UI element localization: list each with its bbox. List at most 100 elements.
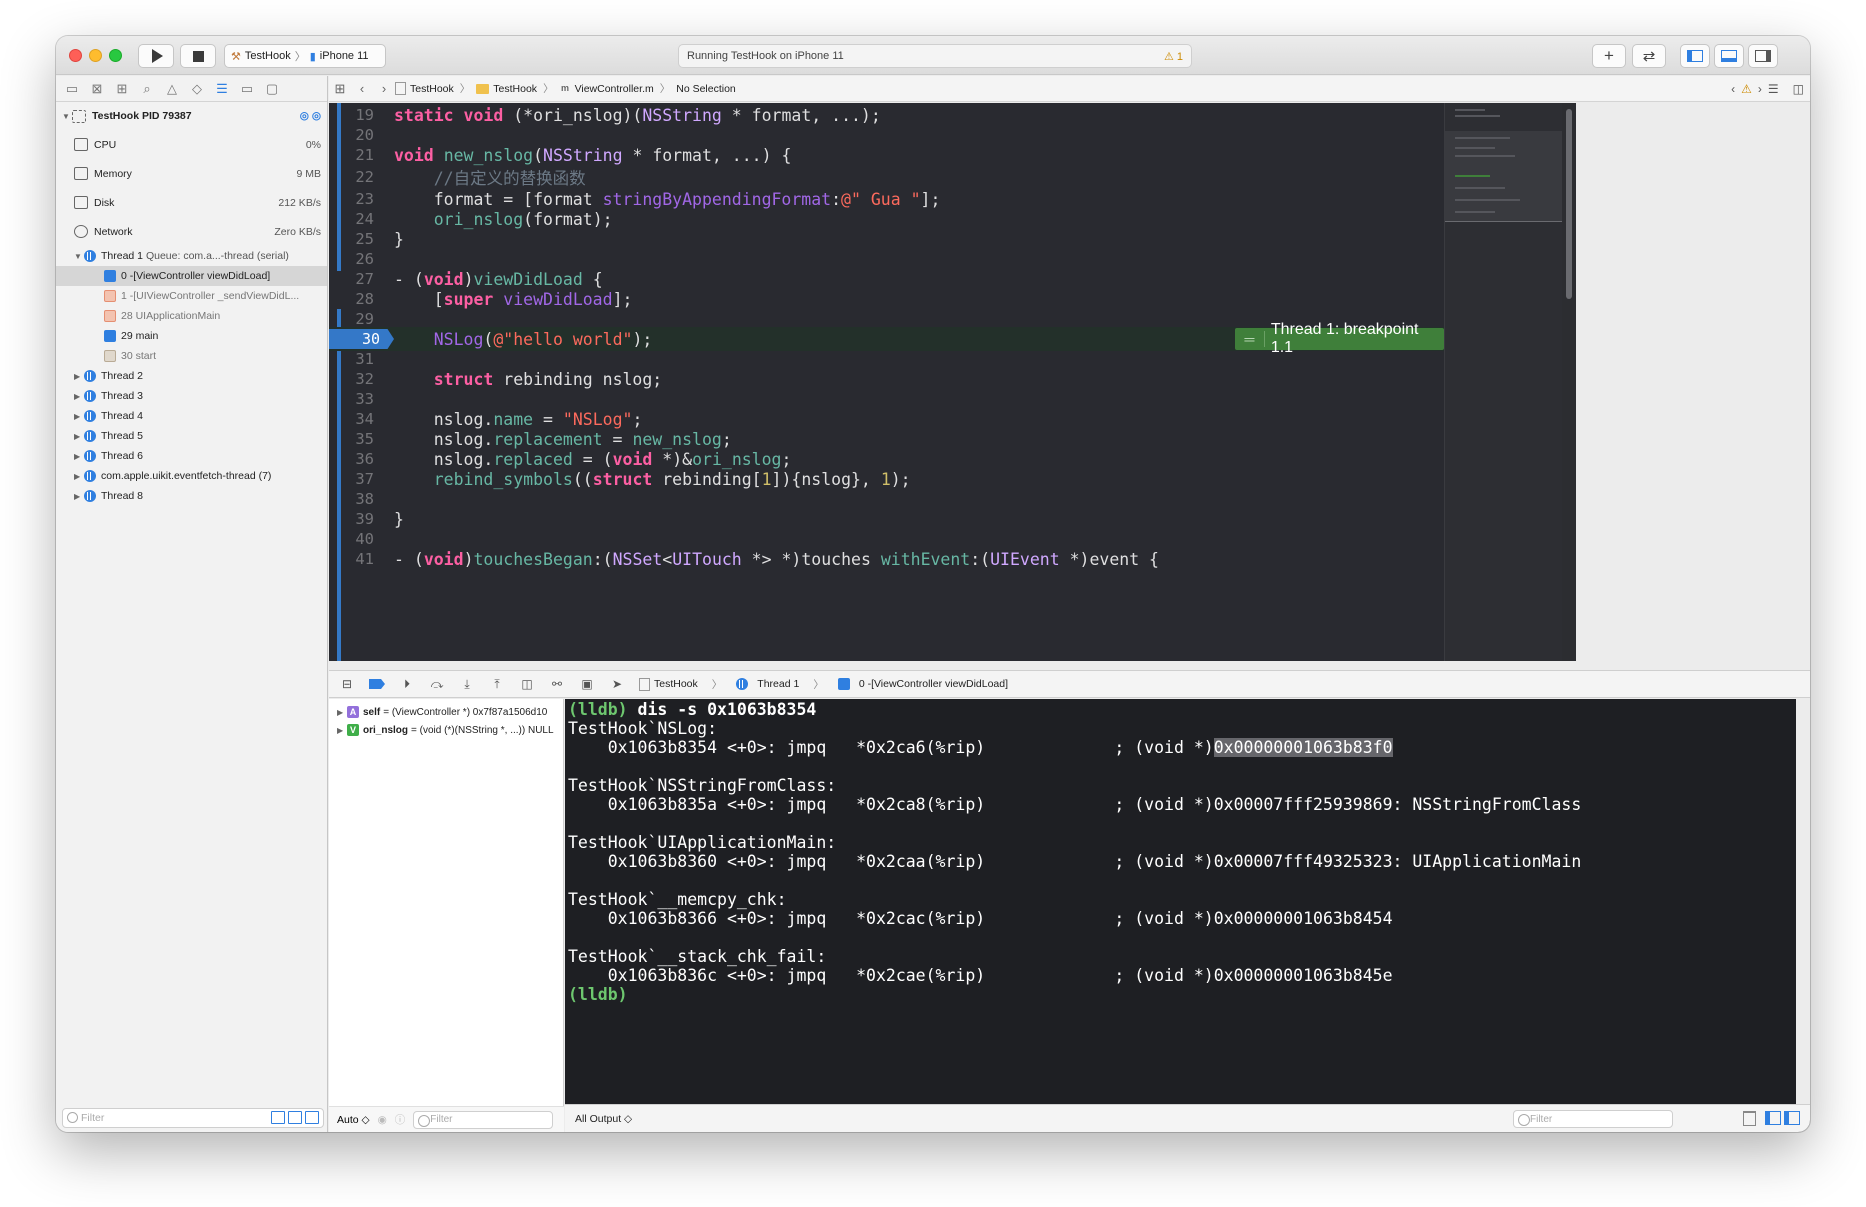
source-editor[interactable]: 19 static void (*ori_nslog)(NSString * fo… xyxy=(329,103,1810,661)
editor-scrollbar[interactable] xyxy=(1562,103,1576,661)
console-filter-field[interactable]: Filter xyxy=(1513,1110,1673,1128)
breadcrumb-project[interactable]: TestHook xyxy=(395,82,454,95)
thread-row[interactable]: ▶ Thread 5 xyxy=(56,426,327,446)
minimize-window-button[interactable] xyxy=(89,49,102,62)
variables-scope-popup[interactable]: Auto ◇ xyxy=(337,1114,370,1126)
process-row[interactable]: ▼ TestHook PID 79387 ◎ ◎ xyxy=(56,102,327,130)
breadcrumb-file[interactable]: m ViewController.m xyxy=(560,82,654,95)
folder-icon[interactable]: ▭ xyxy=(64,81,80,97)
gauge-cpu[interactable]: CPU 0% xyxy=(56,130,327,159)
console-scrollbar[interactable] xyxy=(1796,699,1810,1104)
continue-icon[interactable]: ⏵ xyxy=(399,677,415,692)
source-control-icon[interactable]: ⊠ xyxy=(89,81,105,97)
variable-row[interactable]: ▶ A self = (ViewController *) 0x7f87a150… xyxy=(329,703,563,721)
selected-address[interactable]: 0x00000001063b83f0 xyxy=(1213,738,1393,757)
code-line[interactable]: 41- (void)touchesBegan:(NSSet<UITouch *>… xyxy=(329,547,1444,571)
environment-overrides-icon[interactable]: ▣ xyxy=(579,677,595,691)
warning-icon[interactable]: ⚠ xyxy=(1741,82,1752,96)
disclosure-closed-icon[interactable]: ▶ xyxy=(74,452,84,461)
eye-icon[interactable]: ◉ xyxy=(378,1114,387,1126)
queue-filter-icon[interactable] xyxy=(305,1111,319,1124)
symbol-icon[interactable]: ⊞ xyxy=(114,81,130,97)
editor-debug-divider[interactable] xyxy=(329,661,1810,670)
issue-icon[interactable]: △ xyxy=(164,81,180,97)
breadcrumb-selection[interactable]: No Selection xyxy=(676,83,736,95)
thread-filter-icon[interactable] xyxy=(288,1111,302,1124)
debug-breadcrumb-project[interactable]: TestHook xyxy=(639,677,698,691)
forward-arrow-icon[interactable]: › xyxy=(373,81,395,96)
info-icon[interactable]: ⓘ xyxy=(395,1112,406,1127)
disclosure-open-icon[interactable]: ▼ xyxy=(62,112,72,121)
back-arrow-icon[interactable]: ‹ xyxy=(351,81,373,96)
disclosure-closed-icon[interactable]: ▶ xyxy=(337,708,347,717)
editor-scroll-thumb[interactable] xyxy=(1566,109,1572,299)
debug-breadcrumb-frame[interactable]: 0 -[ViewController viewDidLoad] xyxy=(837,678,1008,690)
stack-frame-row[interactable]: 30 start xyxy=(56,346,327,366)
show-console-icon[interactable] xyxy=(1784,1111,1800,1125)
step-over-icon[interactable]: ⤼ xyxy=(429,677,445,692)
debug-breadcrumb-thread[interactable]: Thread 1 xyxy=(736,678,799,690)
console-output[interactable]: (lldb) dis -s 0x1063b8354 TestHook`NSLog… xyxy=(565,699,1755,1104)
search-icon[interactable]: ⌕ xyxy=(139,81,155,97)
crashed-threads-filter-icon[interactable] xyxy=(271,1111,285,1124)
simulate-location-icon[interactable]: ➤ xyxy=(609,677,625,691)
disclosure-closed-icon[interactable]: ▶ xyxy=(74,472,84,481)
thread-row[interactable]: ▶ com.apple.uikit.eventfetch-thread (7) xyxy=(56,466,327,486)
hide-debug-area-icon[interactable]: ⊟ xyxy=(339,677,355,691)
thread-row[interactable]: ▶ Thread 4 xyxy=(56,406,327,426)
minimap[interactable] xyxy=(1444,103,1563,661)
thread-row[interactable]: ▶ Thread 8 xyxy=(56,486,327,506)
console-output-popup[interactable]: All Output ◇ xyxy=(575,1113,632,1125)
toggle-inspector-button[interactable] xyxy=(1748,44,1778,68)
toggle-debug-area-button[interactable] xyxy=(1714,44,1744,68)
split-editor-icon[interactable]: ◫ xyxy=(1793,82,1804,96)
disclosure-closed-icon[interactable]: ▶ xyxy=(74,432,84,441)
report-icon[interactable]: ▢ xyxy=(264,81,280,97)
stack-frame-row[interactable]: 28 UIApplicationMain xyxy=(56,306,327,326)
thread-row[interactable]: ▶ Thread 2 xyxy=(56,366,327,386)
step-out-icon[interactable]: ⤒ xyxy=(489,677,505,692)
disclosure-closed-icon[interactable]: ▶ xyxy=(74,412,84,421)
gauge-disk[interactable]: Disk 212 KB/s xyxy=(56,188,327,217)
disclosure-closed-icon[interactable]: ▶ xyxy=(74,392,84,401)
memory-graph-icon[interactable]: ⚯ xyxy=(549,677,565,691)
debug-icon[interactable]: ☰ xyxy=(214,81,230,97)
code-review-button[interactable]: ⇄ xyxy=(1632,44,1666,68)
lldb-console[interactable]: (lldb) dis -s 0x1063b8354 TestHook`NSLog… xyxy=(565,699,1810,1132)
toggle-navigator-button[interactable] xyxy=(1680,44,1710,68)
stop-button[interactable] xyxy=(180,44,216,68)
gauge-memory[interactable]: Memory 9 MB xyxy=(56,159,327,188)
disclosure-closed-icon[interactable]: ▶ xyxy=(74,492,84,501)
editor-options-icon[interactable]: ☰ xyxy=(1768,82,1779,96)
test-icon[interactable]: ◇ xyxy=(189,81,205,97)
view-hierarchy-icon[interactable]: ◫ xyxy=(519,677,535,691)
stack-frame-row[interactable]: 29 main xyxy=(56,326,327,346)
thread-row-1[interactable]: ▼ Thread 1 Queue: com.a...-thread (seria… xyxy=(56,246,327,266)
navigator-filter-field[interactable]: Filter xyxy=(62,1108,324,1128)
run-button[interactable] xyxy=(138,44,174,68)
disclosure-closed-icon[interactable]: ▶ xyxy=(74,372,84,381)
variable-row[interactable]: ▶ V ori_nslog = (void (*)(NSString *, ..… xyxy=(329,721,563,739)
library-button[interactable]: + xyxy=(1592,44,1626,68)
show-variables-view-icon[interactable] xyxy=(1765,1111,1781,1125)
disclosure-closed-icon[interactable]: ▶ xyxy=(337,726,347,735)
thread-row[interactable]: ▶ Thread 3 xyxy=(56,386,327,406)
scheme-selector[interactable]: ⚒ TestHook 〉 ▮ iPhone 11 xyxy=(224,44,386,68)
stack-frame-row[interactable]: 1 -[UIViewController _sendViewDidL... xyxy=(56,286,327,306)
code-line[interactable]: 22 //自定义的替换函数 xyxy=(329,165,1444,189)
breakpoint-marker[interactable]: 30 xyxy=(329,329,394,349)
trash-icon[interactable] xyxy=(1743,1111,1756,1126)
warning-indicator[interactable]: ⚠ 1 xyxy=(1164,50,1183,63)
breakpoint-icon[interactable]: ▭ xyxy=(239,81,255,97)
step-into-icon[interactable]: ⤓ xyxy=(459,677,475,692)
zoom-window-button[interactable] xyxy=(109,49,122,62)
variables-filter-field[interactable]: Filter xyxy=(413,1110,554,1129)
thread-row[interactable]: ▶ Thread 6 xyxy=(56,446,327,466)
gauge-network[interactable]: Network Zero KB/s xyxy=(56,217,327,246)
next-issue-icon[interactable]: › xyxy=(1758,82,1762,96)
previous-issue-icon[interactable]: ‹ xyxy=(1731,82,1735,96)
breakpoints-toggle-icon[interactable] xyxy=(369,679,385,689)
related-items-icon[interactable]: ⊞ xyxy=(329,81,351,97)
breadcrumb-group[interactable]: TestHook xyxy=(476,83,537,95)
close-window-button[interactable] xyxy=(69,49,82,62)
